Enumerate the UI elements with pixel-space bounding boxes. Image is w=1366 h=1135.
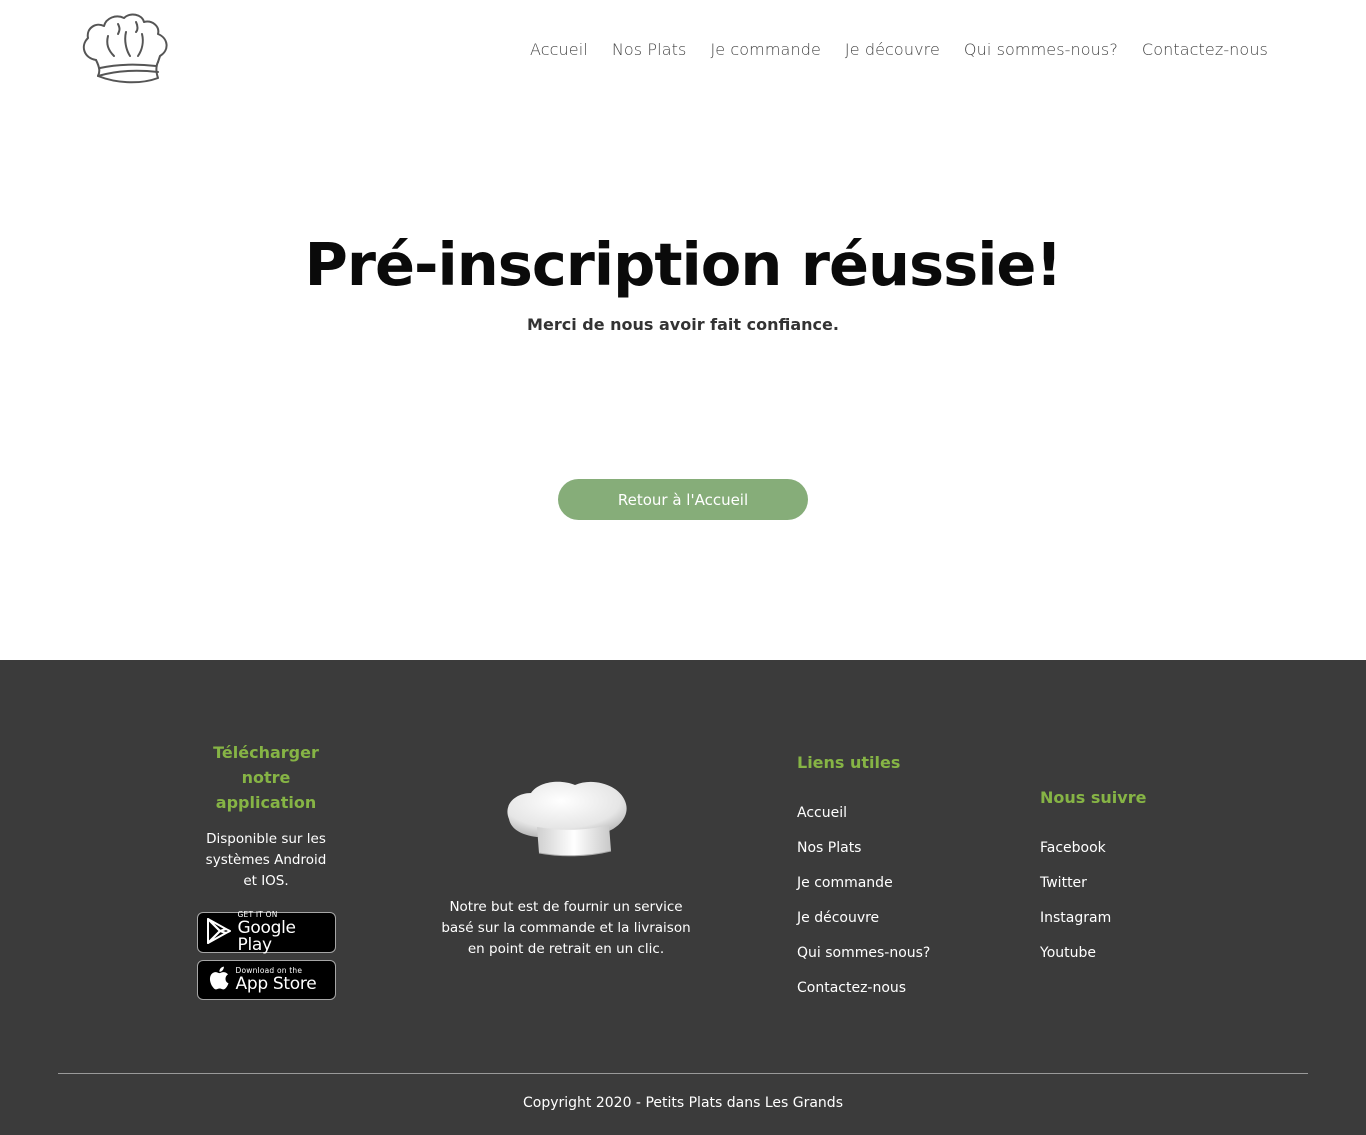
mission-text: Notre but est de fournir un service basé… <box>441 899 691 957</box>
links-heading: Liens utiles <box>797 753 901 772</box>
social-link-facebook[interactable]: Facebook <box>1040 838 1146 873</box>
copyright-text: Copyright 2020 - Petits Plats dans Les G… <box>523 1095 843 1111</box>
google-play-label: Google Play <box>237 917 296 955</box>
google-play-icon <box>206 917 232 949</box>
app-heading: Télécharger notre application <box>213 743 319 812</box>
nav-item-nos-plats[interactable]: Nos Plats <box>612 40 687 59</box>
page-title: Pré-inscription réussie! <box>304 230 1063 299</box>
site-header: Accueil Nos Plats Je commande Je découvr… <box>0 0 1366 105</box>
logo-chef-hat-icon[interactable] <box>78 10 173 88</box>
footer-app-column: Télécharger notre application Disponible… <box>186 740 346 1000</box>
nav-item-accueil[interactable]: Accueil <box>530 40 588 59</box>
back-home-button[interactable]: Retour à l'Accueil <box>558 479 808 520</box>
nav-item-qui-sommes-nous[interactable]: Qui sommes-nous? <box>964 40 1118 59</box>
footer-link-je-decouvre[interactable]: Je découvre <box>797 908 930 943</box>
footer-link-accueil[interactable]: Accueil <box>797 803 930 838</box>
app-store-button[interactable]: Download on the App Store <box>196 960 336 1000</box>
footer-links-list: Accueil Nos Plats Je commande Je découvr… <box>797 803 930 1013</box>
footer-link-je-commande[interactable]: Je commande <box>797 873 930 908</box>
app-store-label: App Store <box>235 973 317 994</box>
google-play-button[interactable]: GET IT ON Google Play <box>196 911 336 955</box>
chef-hat-icon <box>440 775 692 867</box>
social-link-instagram[interactable]: Instagram <box>1040 908 1146 943</box>
apple-icon <box>206 964 230 996</box>
app-description: Disponible sur les systèmes Android et I… <box>205 831 327 889</box>
footer-links-column: Liens utiles Accueil Nos Plats Je comman… <box>797 750 930 1013</box>
social-link-youtube[interactable]: Youtube <box>1040 943 1146 978</box>
site-footer: Télécharger notre application Disponible… <box>0 660 1366 1135</box>
social-link-twitter[interactable]: Twitter <box>1040 873 1146 908</box>
nav-item-je-decouvre[interactable]: Je découvre <box>845 40 940 59</box>
footer-link-qui-sommes-nous[interactable]: Qui sommes-nous? <box>797 943 930 978</box>
footer-follow-column: Nous suivre Facebook Twitter Instagram Y… <box>1040 785 1146 978</box>
nav-item-je-commande[interactable]: Je commande <box>710 40 820 59</box>
footer-link-nos-plats[interactable]: Nos Plats <box>797 838 930 873</box>
footer-mission-column: Notre but est de fournir un service basé… <box>440 775 692 960</box>
page-subtitle: Merci de nous avoir fait confiance. <box>527 315 839 334</box>
social-links-list: Facebook Twitter Instagram Youtube <box>1040 838 1146 978</box>
main-nav: Accueil Nos Plats Je commande Je découvr… <box>506 40 1268 59</box>
footer-divider <box>58 1073 1308 1074</box>
nav-item-contactez-nous[interactable]: Contactez-nous <box>1142 40 1268 59</box>
follow-heading: Nous suivre <box>1040 788 1147 807</box>
footer-link-contactez-nous[interactable]: Contactez-nous <box>797 978 930 1013</box>
